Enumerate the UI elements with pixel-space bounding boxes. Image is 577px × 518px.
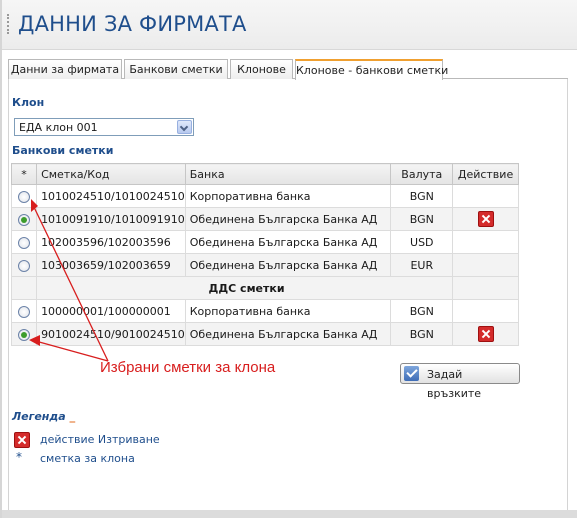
currency-cell: BGN	[390, 207, 454, 231]
table-row: 1010024510/1010024510 Корпоративна банка…	[10, 184, 519, 208]
bank-cell: Обединена Българска Банка АД	[184, 322, 392, 346]
currency-cell: BGN	[390, 322, 454, 346]
table-row: 100000001/100000001 Корпоративна банка B…	[10, 299, 519, 323]
account-cell: 1010024510/1010024510	[36, 184, 186, 208]
account-cell: 100000001/100000001	[36, 299, 186, 323]
title-marker	[7, 14, 10, 34]
column-header-action: Действие	[452, 163, 519, 185]
column-header-currency[interactable]: Валута	[390, 163, 454, 185]
bank-cell: Корпоративна банка	[184, 184, 392, 208]
asterisk-icon: *	[16, 450, 22, 464]
accounts-table: * Сметка/Код Банка Валута Действие 10100…	[10, 163, 519, 346]
action-cell	[452, 322, 519, 346]
table-row: 1010091910/1010091910 Обединена Българск…	[10, 207, 519, 231]
branch-select[interactable]: ЕДА клон 001	[14, 118, 194, 136]
bottom-border	[2, 510, 577, 518]
bank-cell: Корпоративна банка	[184, 299, 392, 323]
legend-item-text: сметка за клона	[40, 452, 135, 465]
vat-subheader-spacer	[10, 276, 38, 300]
page-title: ДАННИ ЗА ФИРМАТА	[18, 12, 247, 36]
chevron-down-icon[interactable]	[177, 120, 192, 134]
account-cell: 1010091910/1010091910	[36, 207, 186, 231]
account-radio[interactable]	[18, 236, 31, 249]
currency-cell: BGN	[390, 299, 454, 323]
tab-strip: Данни за фирмата Банкови сметки Клонове …	[8, 59, 568, 80]
tab-company-data[interactable]: Данни за фирмата	[8, 59, 122, 79]
set-links-button-label: Задай връзките	[427, 368, 482, 400]
action-cell	[452, 299, 519, 323]
action-cell	[452, 230, 519, 254]
legend-title-text: Легенда	[12, 410, 66, 423]
vat-subheader-spacer	[452, 276, 519, 300]
annotation-text: Избрани сметки за клона	[100, 359, 276, 376]
delete-icon[interactable]	[477, 211, 494, 227]
title-bar: ДАННИ ЗА ФИРМАТА	[2, 0, 577, 50]
column-header-bank[interactable]: Банка	[184, 163, 392, 185]
bank-cell: Обединена Българска Банка АД	[184, 230, 392, 254]
table-row: 103003659/102003659 Обединена Българска …	[10, 253, 519, 277]
delete-icon	[14, 432, 30, 448]
currency-cell: EUR	[390, 253, 454, 277]
tab-branches[interactable]: Клонове	[230, 59, 293, 79]
set-links-button[interactable]: Задай връзките	[400, 363, 520, 400]
bank-cell: Обединена Българска Банка АД	[184, 253, 392, 277]
delete-icon[interactable]	[477, 326, 494, 342]
account-cell: 9010024510/9010024510	[36, 322, 186, 346]
branch-select-value: ЕДА клон 001	[19, 121, 98, 134]
account-radio-selected[interactable]	[18, 213, 31, 226]
table-row: 102003596/102003596 Обединена Българска …	[10, 230, 519, 254]
column-header-account[interactable]: Сметка/Код	[36, 163, 186, 185]
action-cell	[452, 207, 519, 231]
legend-item-text: действие Изтриване	[40, 433, 160, 446]
bank-cell: Обединена Българска Банка АД	[184, 207, 392, 231]
legend-title: Легенда _	[12, 410, 75, 423]
account-radio-selected[interactable]	[18, 328, 31, 341]
column-header-select: *	[10, 163, 38, 185]
vat-subheader-row: ДДС сметки	[10, 276, 519, 300]
accounts-label: Банкови сметки	[12, 144, 114, 157]
currency-cell: USD	[390, 230, 454, 254]
tab-branch-bank-accounts[interactable]: Клонове - банкови сметки	[295, 59, 448, 80]
account-radio[interactable]	[18, 259, 31, 272]
account-cell: 103003659/102003659	[36, 253, 186, 277]
tab-bank-accounts[interactable]: Банкови сметки	[124, 59, 228, 79]
action-cell	[452, 253, 519, 277]
table-header-row: * Сметка/Код Банка Валута Действие	[10, 163, 519, 185]
branch-label: Клон	[12, 96, 45, 109]
vat-accounts-title: ДДС сметки	[36, 276, 454, 300]
account-radio[interactable]	[18, 305, 31, 318]
account-cell: 102003596/102003596	[36, 230, 186, 254]
checkmark-icon	[404, 366, 419, 381]
legend-cursor: _	[69, 410, 76, 423]
currency-cell: BGN	[390, 184, 454, 208]
account-radio[interactable]	[18, 190, 31, 203]
table-row: 9010024510/9010024510 Обединена Българск…	[10, 322, 519, 346]
action-cell	[452, 184, 519, 208]
